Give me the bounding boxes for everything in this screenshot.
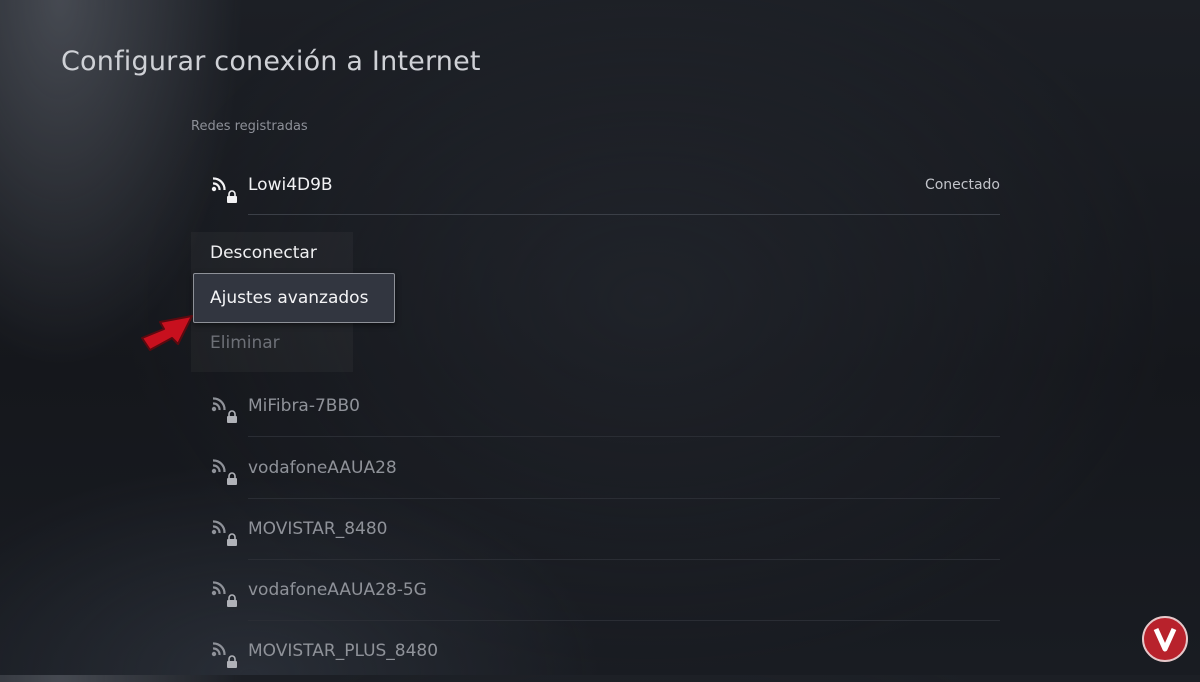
- network-row[interactable]: vodafoneAAUA28-5G: [210, 576, 1000, 621]
- wifi-lock-icon: [210, 456, 238, 486]
- divider: [248, 620, 1000, 621]
- network-row[interactable]: MOVISTAR_8480: [210, 515, 1000, 560]
- wifi-lock-icon: [210, 174, 238, 204]
- disconnect-option[interactable]: Desconectar: [210, 243, 317, 263]
- wifi-lock-icon: [210, 578, 238, 608]
- page-title: Configurar conexión a Internet: [61, 46, 481, 77]
- connection-status: Conectado: [924, 177, 1000, 193]
- red-arrow-pointer: [141, 315, 193, 351]
- network-name: MOVISTAR_PLUS_8480: [248, 641, 439, 661]
- network-row[interactable]: vodafoneAAUA28: [210, 454, 1000, 499]
- connected-network-row[interactable]: Lowi4D9B Conectado: [210, 170, 1000, 215]
- connected-network-name: Lowi4D9B: [248, 175, 333, 195]
- wifi-lock-icon: [210, 639, 238, 669]
- divider: [248, 559, 1000, 560]
- wifi-lock-icon: [210, 517, 238, 547]
- network-name: vodafoneAAUA28: [248, 458, 397, 478]
- network-name: vodafoneAAUA28-5G: [248, 580, 427, 600]
- advanced-settings-option[interactable]: Ajustes avanzados: [193, 273, 395, 323]
- network-name: MOVISTAR_8480: [248, 519, 388, 539]
- network-name: MiFibra-7BB0: [248, 396, 360, 416]
- divider: [248, 498, 1000, 499]
- registered-networks-label: Redes registradas: [191, 119, 308, 134]
- advanced-settings-label: Ajustes avanzados: [210, 288, 369, 308]
- delete-option: Eliminar: [210, 333, 280, 353]
- network-row[interactable]: MiFibra-7BB0: [210, 392, 1000, 437]
- watermark-logo: [1142, 616, 1188, 662]
- divider: [248, 214, 1000, 215]
- wifi-lock-icon: [210, 394, 238, 424]
- divider: [248, 436, 1000, 437]
- network-row[interactable]: MOVISTAR_PLUS_8480: [210, 637, 1000, 682]
